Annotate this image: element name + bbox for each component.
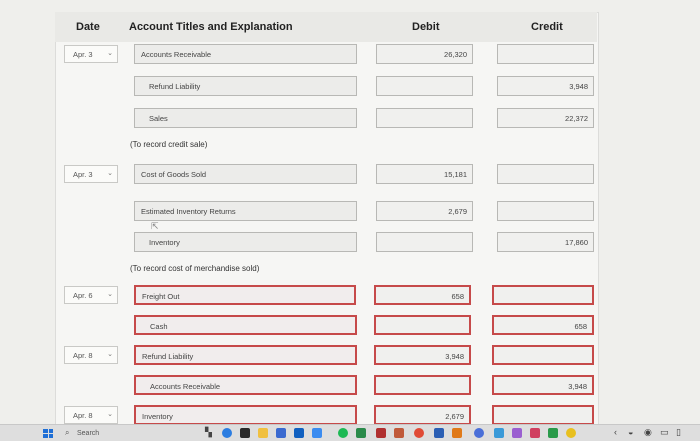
account-input[interactable]: Inventory (134, 232, 357, 252)
header-date: Date (76, 21, 100, 33)
credit-input[interactable]: 3,948 (492, 375, 594, 395)
date-select[interactable]: Apr. 8 ⌄ (64, 346, 118, 364)
chevron-down-icon: ⌄ (107, 351, 113, 358)
account-input[interactable]: Accounts Receivable (134, 375, 357, 395)
search-label: Search (77, 430, 100, 437)
account-input[interactable]: Inventory (134, 405, 357, 424)
date-value: Apr. 3 (73, 170, 93, 179)
journal-row: Apr. 3 ⌄ Accounts Receivable 26,320 (0, 44, 700, 64)
debit-input[interactable]: 3,948 (374, 345, 471, 365)
date-select[interactable]: Apr. 6 ⌄ (64, 286, 118, 304)
debit-input[interactable] (374, 375, 471, 395)
journal-row: Apr. 3 ⌄ Cost of Goods Sold 15,181 (0, 164, 700, 184)
debit-input[interactable] (376, 232, 473, 252)
explanation-note: (To record credit sale) (130, 140, 208, 149)
credit-input[interactable]: 22,372 (497, 108, 594, 128)
account-input[interactable]: Sales (134, 108, 357, 128)
explanation-note: (To record cost of merchandise sold) (130, 264, 260, 273)
journal-row: Accounts Receivable 3,948 (0, 375, 700, 395)
account-input[interactable]: Cost of Goods Sold (134, 164, 357, 184)
chevron-up-icon[interactable]: ‹ (614, 427, 617, 437)
file-explorer-icon[interactable] (258, 428, 268, 438)
date-value: Apr. 6 (73, 291, 93, 300)
mail-icon[interactable] (294, 428, 304, 438)
windows-start-icon[interactable] (43, 429, 53, 438)
word-icon[interactable] (434, 428, 444, 438)
app-icon[interactable] (494, 428, 504, 438)
table-header: Date Account Titles and Explanation Debi… (55, 12, 597, 42)
account-input[interactable]: Estimated Inventory Returns (134, 201, 357, 221)
date-value: Apr. 8 (73, 351, 93, 360)
chevron-down-icon: ⌄ (107, 170, 113, 177)
date-value: Apr. 8 (73, 411, 93, 420)
journal-row: Refund Liability 3,948 (0, 76, 700, 96)
journal-row: Estimated Inventory Returns 2,679 (0, 201, 700, 221)
credit-input[interactable]: 658 (492, 315, 594, 335)
edge-icon[interactable] (222, 428, 232, 438)
debit-input[interactable]: 658 (374, 285, 471, 305)
account-input[interactable]: Freight Out (134, 285, 356, 305)
credit-input[interactable] (497, 44, 594, 64)
header-credit: Credit (531, 21, 563, 33)
credit-input[interactable] (492, 285, 594, 305)
app-icon[interactable] (452, 428, 462, 438)
debit-input[interactable] (376, 76, 473, 96)
account-input[interactable]: Refund Liability (134, 345, 357, 365)
debit-input[interactable]: 26,320 (376, 44, 473, 64)
camera-icon[interactable] (240, 428, 250, 438)
excel-icon[interactable] (356, 428, 366, 438)
account-input[interactable]: Cash (134, 315, 357, 335)
journal-row: Apr. 8 ⌄ Refund Liability 3,948 (0, 345, 700, 365)
app-icon[interactable] (566, 428, 576, 438)
journal-row: Apr. 8 ⌄ Inventory 2,679 (0, 405, 700, 424)
mouse-cursor-icon: ⇱ (151, 221, 159, 231)
app-icon[interactable] (548, 428, 558, 438)
spotify-icon[interactable] (338, 428, 348, 438)
app-icon[interactable] (512, 428, 522, 438)
credit-input[interactable]: 17,860 (497, 232, 594, 252)
chevron-down-icon: ⌄ (107, 291, 113, 298)
taskbar-search[interactable]: ⌕ Search (63, 427, 193, 439)
taskbar: ⌕ Search ▚ ‹ ◒ ◉ ▭ ▯ (0, 424, 700, 441)
debit-input[interactable]: 2,679 (374, 405, 471, 424)
header-account: Account Titles and Explanation (129, 21, 293, 33)
credit-input[interactable] (492, 345, 594, 365)
chrome-icon[interactable] (414, 428, 424, 438)
calendar-icon[interactable] (312, 428, 322, 438)
account-input[interactable]: Refund Liability (134, 76, 357, 96)
debit-input[interactable]: 15,181 (376, 164, 473, 184)
wifi-icon[interactable]: ◉ (644, 427, 652, 438)
date-select[interactable]: Apr. 3 ⌄ (64, 45, 118, 63)
credit-input[interactable] (492, 405, 594, 424)
debit-input[interactable] (376, 108, 473, 128)
credit-input[interactable]: 3,948 (497, 76, 594, 96)
battery-icon[interactable]: ▭ (660, 427, 669, 438)
account-input[interactable]: Accounts Receivable (134, 44, 357, 64)
journal-row: Cash 658 (0, 315, 700, 335)
search-icon: ⌕ (65, 428, 70, 437)
app-icon[interactable] (474, 428, 484, 438)
store-icon[interactable] (276, 428, 286, 438)
journal-row: Apr. 6 ⌄ Freight Out 658 (0, 285, 700, 305)
network-icon[interactable]: ◒ (628, 427, 633, 437)
header-debit: Debit (412, 21, 440, 33)
volume-icon[interactable]: ▯ (676, 427, 681, 438)
credit-input[interactable] (497, 201, 594, 221)
task-view-icon[interactable]: ▚ (205, 427, 212, 438)
powerpoint-icon[interactable] (394, 428, 404, 438)
chevron-down-icon: ⌄ (107, 411, 113, 418)
netflix-icon[interactable] (376, 428, 386, 438)
journal-row: Sales 22,372 (0, 108, 700, 128)
credit-input[interactable] (497, 164, 594, 184)
debit-input[interactable]: 2,679 (376, 201, 473, 221)
date-select[interactable]: Apr. 3 ⌄ (64, 165, 118, 183)
journal-row: Inventory 17,860 (0, 232, 700, 252)
app-icon[interactable] (530, 428, 540, 438)
debit-input[interactable] (374, 315, 471, 335)
date-value: Apr. 3 (73, 50, 93, 59)
chevron-down-icon: ⌄ (107, 50, 113, 57)
date-select[interactable]: Apr. 8 ⌄ (64, 406, 118, 424)
